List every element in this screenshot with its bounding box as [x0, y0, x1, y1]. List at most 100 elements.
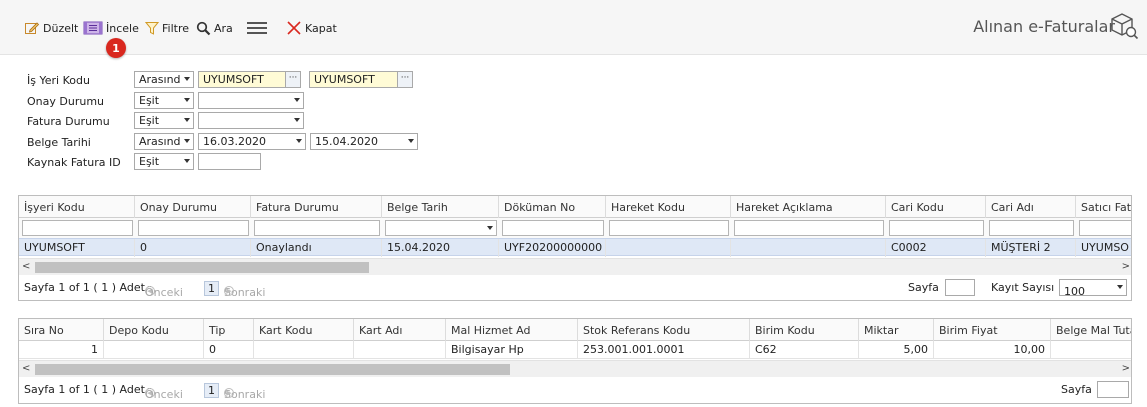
invoice-status-select[interactable]: [198, 112, 304, 129]
column-header[interactable]: Tip: [204, 319, 254, 341]
chevron-down-icon: [184, 98, 190, 102]
filter-label-invoice-status: Fatura Durumu: [27, 115, 110, 128]
column-filter-input[interactable]: [989, 220, 1074, 236]
column-filter-input[interactable]: [734, 220, 884, 236]
column-header[interactable]: Döküman No: [499, 196, 606, 218]
table-cell: [254, 341, 354, 359]
table-cell: UYUMSO: [1081, 241, 1129, 254]
table-cell: 1: [19, 341, 104, 359]
table-row[interactable]: 1 0 Bilgisayar Hp 253.001.001.0001 C62 5…: [19, 341, 1131, 359]
table-row[interactable]: UYUMSOFT 0 Onaylandı 15.04.2020 UYF20200…: [19, 238, 1131, 257]
column-header[interactable]: Cari Kodu: [886, 196, 986, 218]
close-icon: [287, 21, 301, 35]
workplace-code-to-lookup-button[interactable]: ···: [398, 71, 413, 88]
pager-info: Sayfa 1 of 1 ( 1 ) Adet: [24, 383, 145, 396]
chevron-right-icon: ▶: [224, 388, 234, 398]
approval-status-operator-select[interactable]: Eşit: [134, 92, 194, 109]
filter-button[interactable]: Filtre: [145, 18, 189, 38]
approval-status-select[interactable]: [198, 92, 304, 109]
column-header[interactable]: Satıcı Fat: [1076, 196, 1131, 218]
scroll-left-icon[interactable]: <: [22, 363, 30, 374]
page-input[interactable]: [945, 279, 975, 296]
record-count-select[interactable]: 100: [1059, 279, 1127, 296]
column-header[interactable]: Hareket Açıklama: [731, 196, 886, 218]
column-header[interactable]: Birim Fiyat: [934, 319, 1051, 341]
column-header[interactable]: Mal Hizmet Ad: [446, 319, 578, 341]
menu-button[interactable]: [246, 18, 268, 38]
chevron-down-icon: [184, 159, 190, 163]
workplace-code-from-value: UYUMSOFT: [203, 73, 264, 86]
table-cell: [1051, 341, 1131, 359]
document-date-from-picker[interactable]: 16.03.2020: [198, 133, 306, 150]
column-header[interactable]: Birim Kodu: [750, 319, 859, 341]
scroll-left-icon[interactable]: <: [22, 261, 30, 272]
document-date-to-value: 15.04.2020: [315, 135, 378, 148]
column-filter-input[interactable]: [502, 220, 604, 236]
column-header[interactable]: Hareket Kodu: [606, 196, 731, 218]
page-input[interactable]: [1097, 381, 1129, 398]
column-header[interactable]: Depo Kodu: [104, 319, 204, 341]
column-header[interactable]: İşyeri Kodu: [19, 196, 135, 218]
record-count-value: 100: [1064, 285, 1085, 296]
table-cell: MÜŞTERİ 2: [986, 239, 1076, 257]
column-filter-input[interactable]: [609, 220, 729, 236]
chevron-right-icon: ▶: [224, 286, 234, 296]
chevron-down-icon: [296, 139, 302, 143]
inspect-button[interactable]: İncele: [83, 18, 139, 38]
invoice-lines-grid: Sıra No Depo Kodu Tip Kart Kodu Kart Adı…: [18, 318, 1132, 404]
current-page-number[interactable]: 1: [204, 383, 219, 398]
page-label: Sayfa: [1061, 383, 1092, 396]
source-invoice-id-field[interactable]: [198, 153, 261, 170]
column-header[interactable]: Stok Referans Kodu: [578, 319, 750, 341]
scrollbar-thumb[interactable]: [35, 262, 369, 273]
close-button[interactable]: Kapat: [286, 18, 337, 38]
chevron-down-icon: [184, 77, 190, 81]
invoice-status-operator-value: Eşit: [139, 114, 160, 127]
table-cell: 0: [204, 341, 254, 359]
chevron-down-icon: [184, 118, 190, 122]
document-date-to-picker[interactable]: 15.04.2020: [310, 133, 418, 150]
workplace-code-to-field[interactable]: UYUMSOFT: [309, 71, 398, 88]
column-filter-input[interactable]: [138, 220, 249, 236]
column-header[interactable]: Onay Durumu: [135, 196, 251, 218]
chevron-down-icon: [184, 139, 190, 143]
column-header[interactable]: Kart Kodu: [254, 319, 354, 341]
column-header[interactable]: Miktar: [859, 319, 934, 341]
column-filter-input[interactable]: [22, 220, 133, 236]
scroll-right-icon[interactable]: >: [1122, 261, 1130, 272]
invoice-grid-header: İşyeri Kodu Onay Durumu Fatura Durumu Be…: [19, 196, 1131, 218]
column-header[interactable]: Belge Mal Tutar: [1051, 319, 1131, 341]
column-filter-input[interactable]: [1079, 220, 1131, 236]
table-cell: 5,00: [859, 341, 934, 359]
edit-button[interactable]: Düzelt: [24, 18, 78, 38]
column-filter-input[interactable]: [889, 220, 984, 236]
source-invoice-id-operator-select[interactable]: Eşit: [134, 153, 194, 170]
column-header[interactable]: Belge Tarih: [382, 196, 499, 218]
box-report-icon[interactable]: [1109, 12, 1139, 43]
column-header[interactable]: Cari Adı: [986, 196, 1076, 218]
search-icon: [196, 21, 211, 35]
previous-page-label: Önceki: [145, 388, 183, 401]
horizontal-scrollbar[interactable]: < >: [19, 360, 1131, 377]
column-header[interactable]: Fatura Durumu: [251, 196, 382, 218]
scroll-right-icon[interactable]: >: [1122, 363, 1130, 374]
document-date-operator-value: Arasınd: [139, 135, 181, 148]
search-button[interactable]: Ara: [196, 18, 233, 38]
workplace-code-operator-select[interactable]: Arasınd: [134, 71, 194, 88]
current-page-number[interactable]: 1: [204, 281, 219, 296]
column-filter-select[interactable]: [385, 220, 497, 236]
invoice-status-operator-select[interactable]: Eşit: [134, 112, 194, 129]
pager-info: Sayfa 1 of 1 ( 1 ) Adet: [24, 281, 145, 294]
workplace-code-operator-value: Arasınd: [139, 73, 181, 86]
workplace-code-from-lookup-button[interactable]: ···: [286, 71, 301, 88]
chevron-down-icon: [487, 226, 493, 230]
workplace-code-from-field[interactable]: UYUMSOFT: [198, 71, 286, 88]
document-date-operator-select[interactable]: Arasınd: [134, 133, 194, 150]
column-filter-input[interactable]: [254, 220, 380, 236]
table-cell: 10,00: [934, 341, 1051, 359]
page-label: Sayfa: [908, 281, 939, 294]
column-header[interactable]: Sıra No: [19, 319, 104, 341]
column-header[interactable]: Kart Adı: [354, 319, 446, 341]
scrollbar-thumb[interactable]: [35, 364, 510, 375]
horizontal-scrollbar[interactable]: < >: [19, 258, 1131, 275]
